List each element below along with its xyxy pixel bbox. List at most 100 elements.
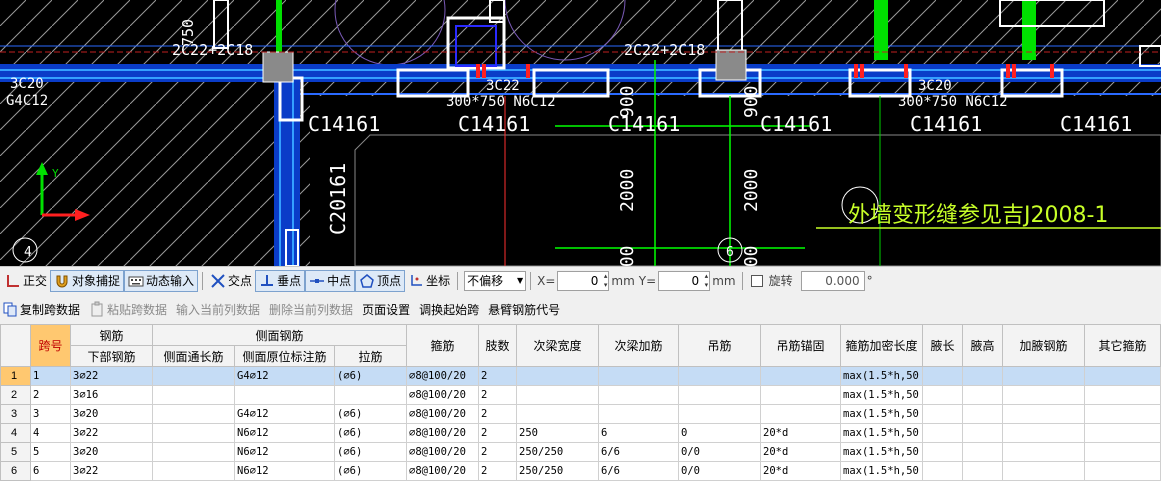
cell-hanger-anchor[interactable] [760,366,841,386]
cell-haunch-height[interactable] [962,404,1003,424]
cell-sec-beam-add[interactable]: 6/6 [598,461,679,481]
header-legs[interactable]: 肢数 [478,324,517,367]
row-number[interactable]: 4 [0,423,31,443]
cell-side-original[interactable] [234,385,335,405]
header-side-original[interactable]: 侧面原位标注筋 [234,345,335,367]
cell-tie[interactable] [334,385,407,405]
cell-other-stirrup[interactable] [1084,423,1161,443]
cell-side-through[interactable] [152,423,235,443]
cell-other-stirrup[interactable] [1084,404,1161,424]
cell-span-no[interactable]: 3 [30,404,71,424]
cell-other-stirrup[interactable] [1084,461,1161,481]
cell-side-original[interactable]: N6⌀12 [234,461,335,481]
cell-bottom-rebar[interactable]: 3⌀20 [70,404,153,424]
cell-hanger-anchor[interactable] [760,385,841,405]
row-number[interactable]: 6 [0,461,31,481]
header-stirrup-dense[interactable]: 箍筋加密长度 [840,324,923,367]
perpendicular-snap-button[interactable]: 垂点 [255,269,306,292]
header-corner[interactable] [0,324,31,367]
cell-tie[interactable]: (⌀6) [334,423,407,443]
rotate-angle-input[interactable]: 0.000 [800,270,865,291]
cell-hanger-anchor[interactable] [760,404,841,424]
cell-span-no[interactable]: 4 [30,423,71,443]
table-row[interactable]: 2 2 3⌀16 ⌀8@100/20 2 max(1.5*h,50 [0,385,1161,405]
cell-bottom-rebar[interactable]: 3⌀22 [70,423,153,443]
y-offset-input[interactable]: 0 [658,270,711,291]
cell-stirrup-dense[interactable]: max(1.5*h,50 [840,442,923,462]
header-bottom-rebar[interactable]: 下部钢筋 [70,345,153,367]
cell-haunch-rebar[interactable] [1002,366,1085,386]
header-haunch-rebar[interactable]: 加腋钢筋 [1002,324,1085,367]
cell-side-original[interactable]: N6⌀12 [234,442,335,462]
cell-haunch-length[interactable] [922,385,963,405]
cell-side-through[interactable] [152,442,235,462]
cell-span-no[interactable]: 2 [30,385,71,405]
header-hanger[interactable]: 吊筋 [678,324,761,367]
vertex-snap-button[interactable]: 顶点 [355,269,406,292]
cell-haunch-rebar[interactable] [1002,442,1085,462]
cell-bottom-rebar[interactable]: 3⌀22 [70,366,153,386]
cad-canvas[interactable]: 2C22+2C18 2C22+2C18 750 3C20 G4C12 3C22 … [0,0,1161,266]
offset-select[interactable]: 不偏移 ▼ [464,270,527,291]
cell-stirrup-dense[interactable]: max(1.5*h,50 [840,423,923,443]
header-span-no[interactable]: 跨号 [30,324,71,367]
cell-legs[interactable]: 2 [478,461,517,481]
x-offset-input[interactable]: 0 [557,270,610,291]
coordinate-snap-button[interactable]: 坐标 [405,270,453,292]
cell-haunch-height[interactable] [962,442,1003,462]
cell-hanger-anchor[interactable]: 20*d [760,423,841,443]
cell-legs[interactable]: 2 [478,423,517,443]
cell-tie[interactable]: (⌀6) [334,404,407,424]
cantilever-code-button[interactable]: 悬臂钢筋代号 [488,301,560,318]
cell-sec-beam-add[interactable]: 6 [598,423,679,443]
cell-haunch-rebar[interactable] [1002,404,1085,424]
grip-2[interactable] [715,49,747,81]
cell-sec-beam-width[interactable]: 250/250 [516,442,599,462]
cell-haunch-length[interactable] [922,423,963,443]
cell-haunch-rebar[interactable] [1002,423,1085,443]
cell-sec-beam-width[interactable]: 250/250 [516,461,599,481]
cell-side-through[interactable] [152,366,235,386]
cell-tie[interactable]: (⌀6) [334,461,407,481]
cell-stirrup[interactable]: ⌀8@100/20 [406,366,479,386]
header-sec-beam-add[interactable]: 次梁加筋 [598,324,679,367]
cell-hanger[interactable] [678,385,761,405]
midpoint-snap-button[interactable]: 中点 [305,269,356,292]
cell-haunch-length[interactable] [922,404,963,424]
copy-span-button[interactable]: 复制跨数据 [2,301,80,318]
row-number[interactable]: 3 [0,404,31,424]
cell-sec-beam-add[interactable] [598,366,679,386]
cell-haunch-height[interactable] [962,461,1003,481]
table-row[interactable]: 4 4 3⌀22 N6⌀12 (⌀6) ⌀8@100/20 2 250 6 0 20*d max(1.… [0,423,1161,443]
swap-start-span-button[interactable]: 调换起始跨 [419,301,479,318]
row-number[interactable]: 2 [0,385,31,405]
cell-sec-beam-add[interactable] [598,385,679,405]
row-number[interactable]: 5 [0,442,31,462]
table-row[interactable]: 3 3 3⌀20 G4⌀12 (⌀6) ⌀8@100/20 2 max(1.5*h,50 [0,404,1161,424]
cell-legs[interactable]: 2 [478,442,517,462]
object-snap-button[interactable]: 对象捕捉 [50,269,125,292]
cell-stirrup[interactable]: ⌀8@100/20 [406,442,479,462]
cell-sec-beam-width[interactable]: 250 [516,423,599,443]
cell-other-stirrup[interactable] [1084,366,1161,386]
ortho-button[interactable]: 正交 [2,270,50,292]
header-haunch-length[interactable]: 腋长 [922,324,963,367]
cell-legs[interactable]: 2 [478,366,517,386]
cell-stirrup[interactable]: ⌀8@100/20 [406,461,479,481]
dynamic-input-button[interactable]: 动态输入 [124,269,199,292]
table-row[interactable]: 5 5 3⌀20 N6⌀12 (⌀6) ⌀8@100/20 2 250/250 6/6 0/0 20… [0,442,1161,462]
cell-span-no[interactable]: 1 [30,366,71,386]
cell-bottom-rebar[interactable]: 3⌀20 [70,442,153,462]
header-other-stirrup[interactable]: 其它箍筋 [1084,324,1161,367]
table-row[interactable]: 6 6 3⌀22 N6⌀12 (⌀6) ⌀8@100/20 2 250/250 6/6 0/0 20… [0,461,1161,481]
cell-haunch-rebar[interactable] [1002,461,1085,481]
cell-haunch-height[interactable] [962,385,1003,405]
delete-column-button[interactable]: 删除当前列数据 [269,301,353,318]
row-number[interactable]: 1 [0,366,31,386]
cell-legs[interactable]: 2 [478,404,517,424]
header-stirrup[interactable]: 箍筋 [406,324,479,367]
cell-haunch-length[interactable] [922,366,963,386]
cell-haunch-height[interactable] [962,423,1003,443]
header-tie[interactable]: 拉筋 [334,345,407,367]
cell-stirrup-dense[interactable]: max(1.5*h,50 [840,461,923,481]
